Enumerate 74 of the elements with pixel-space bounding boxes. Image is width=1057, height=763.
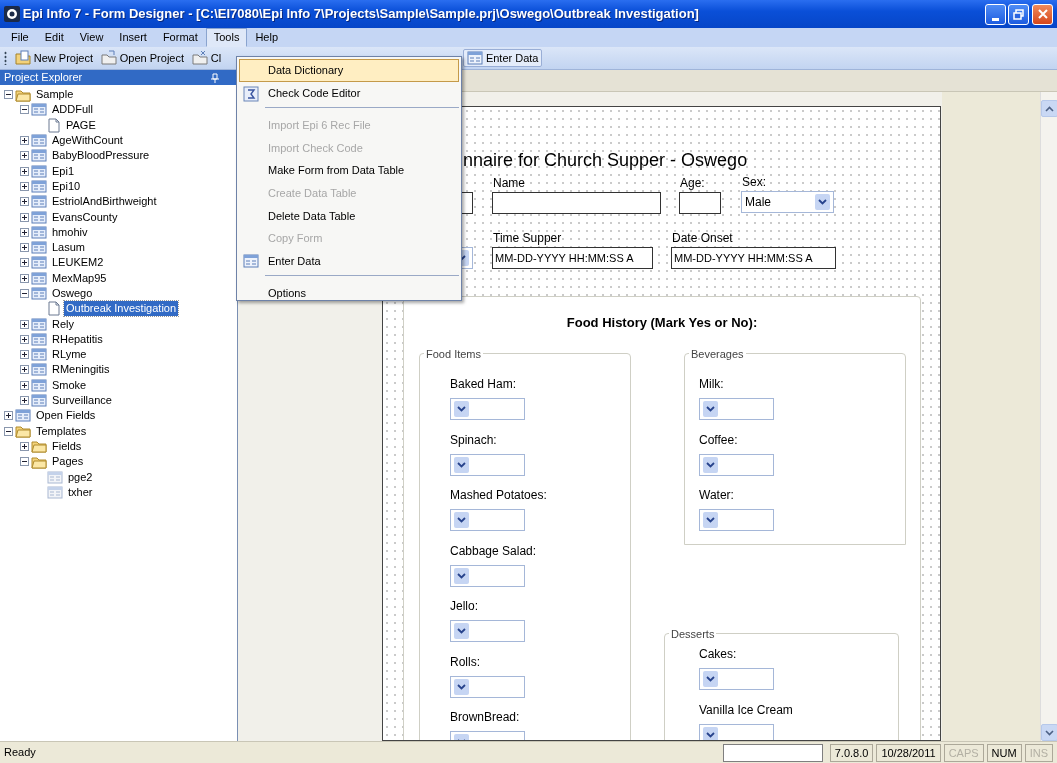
tree-item[interactable]: Epi1: [50, 163, 77, 179]
menu-item[interactable]: Delete Data Table: [239, 204, 459, 228]
menu-item[interactable]: Data Dictionary: [239, 59, 459, 82]
status-panel: INS: [1024, 743, 1053, 762]
tree-item[interactable]: BabyBloodPressure: [50, 148, 152, 164]
tree-item[interactable]: Lasum: [50, 240, 88, 256]
tree-item[interactable]: AgeWithCount: [50, 133, 125, 149]
status-panel: 7.0.8.0: [829, 743, 874, 762]
tree-item[interactable]: PAGE: [64, 117, 98, 133]
menu-item[interactable]: Enter Data: [239, 249, 459, 273]
tree-item[interactable]: Rely: [50, 316, 76, 332]
menu-item[interactable]: Check Code Editor: [239, 81, 459, 105]
field-label: Baked Ham:: [450, 376, 517, 392]
tree-item[interactable]: Open Fields: [34, 408, 98, 424]
field-label: BrownBread:: [450, 709, 520, 725]
menu-item[interactable]: Format: [154, 28, 206, 47]
tree-item[interactable]: Smoke: [50, 377, 89, 393]
field-label: Sex:: [742, 174, 766, 191]
menu-item[interactable]: View: [71, 28, 112, 47]
field-label: Name: [493, 175, 525, 192]
field-label: Coffee:: [699, 431, 738, 448]
tree-item[interactable]: EstriolAndBirthweight: [50, 194, 159, 210]
menu-item[interactable]: File: [3, 28, 37, 47]
menu-item[interactable]: Tools: [205, 28, 248, 47]
form-title: nnaire for Church Supper - Oswego: [463, 149, 748, 172]
text-field[interactable]: MM-DD-YYYY HH:MM:SS A: [492, 247, 653, 269]
tree-item[interactable]: LEUKEM2: [50, 255, 106, 271]
menu-item[interactable]: Edit: [36, 28, 72, 47]
tree-item[interactable]: MexMap95: [50, 270, 109, 286]
toolbar-button[interactable]: Cl: [188, 48, 226, 68]
toolbar-button[interactable]: Open Project: [97, 48, 188, 68]
status-text: Ready: [4, 745, 36, 761]
field-label: Mashed Potatoes:: [450, 487, 547, 503]
tree-item[interactable]: Epi10: [50, 178, 83, 194]
tree-item[interactable]: Fields: [50, 438, 84, 454]
window-title: Epi Info 7 - Form Designer - [C:\EI7080\Epi Info 7\Projects\Sample\Sample.prj\Oswego\Outbreak Investigation]: [22, 5, 699, 24]
field-label: Jello:: [450, 598, 478, 614]
field-label: Milk:: [699, 376, 724, 392]
tree-item[interactable]: txher: [66, 484, 95, 500]
tree-item[interactable]: ADDFull: [50, 102, 95, 118]
menu-item[interactable]: Help: [247, 28, 287, 47]
toolbar-button[interactable]: Enter Data: [463, 49, 543, 67]
field-label: Water:: [699, 487, 734, 503]
toolbar-button[interactable]: New Project: [11, 48, 98, 68]
tree-item[interactable]: hmohiv: [50, 224, 90, 240]
status-panel: CAPS: [943, 743, 984, 762]
group-title: Food History (Mark Yes or No):: [565, 314, 759, 332]
text-field[interactable]: MM-DD-YYYY HH:MM:SS A: [671, 247, 836, 269]
tree-item[interactable]: RHepatitis: [50, 331, 105, 347]
tree-item[interactable]: pge2: [66, 469, 95, 485]
field-label: Age:: [680, 175, 705, 192]
tree-item[interactable]: Sample: [34, 87, 76, 103]
tree-item[interactable]: RMeningitis: [50, 362, 112, 378]
tree-item[interactable]: Pages: [50, 454, 86, 470]
tree-item[interactable]: Outbreak Investigation: [64, 301, 179, 317]
field-label: Cakes:: [699, 646, 737, 662]
tree-item[interactable]: RLyme: [50, 347, 89, 363]
tree-item[interactable]: EvansCounty: [50, 209, 120, 225]
field-label: Vanilla Ice Cream: [699, 701, 793, 718]
menu-item[interactable]: Make Form from Data Table: [239, 159, 459, 182]
tree-item[interactable]: Templates: [34, 423, 89, 439]
tree-item[interactable]: Oswego: [50, 286, 95, 301]
field-label: Date Onset: [672, 230, 733, 247]
menu-item[interactable]: Insert: [111, 28, 155, 47]
status-panel: NUM: [986, 743, 1022, 762]
field-label: Time Supper: [493, 230, 562, 247]
field-label: Rolls:: [450, 653, 480, 670]
menu-item[interactable]: Options: [239, 282, 459, 300]
tree-item[interactable]: Surveillance: [50, 393, 114, 409]
panel-title: Project Explorer: [4, 70, 83, 85]
field-label: Spinach:: [450, 431, 497, 448]
dropdown[interactable]: Male: [741, 191, 834, 213]
status-panel: 10/28/2011: [876, 743, 941, 762]
field-label: Cabbage Salad:: [450, 542, 537, 559]
